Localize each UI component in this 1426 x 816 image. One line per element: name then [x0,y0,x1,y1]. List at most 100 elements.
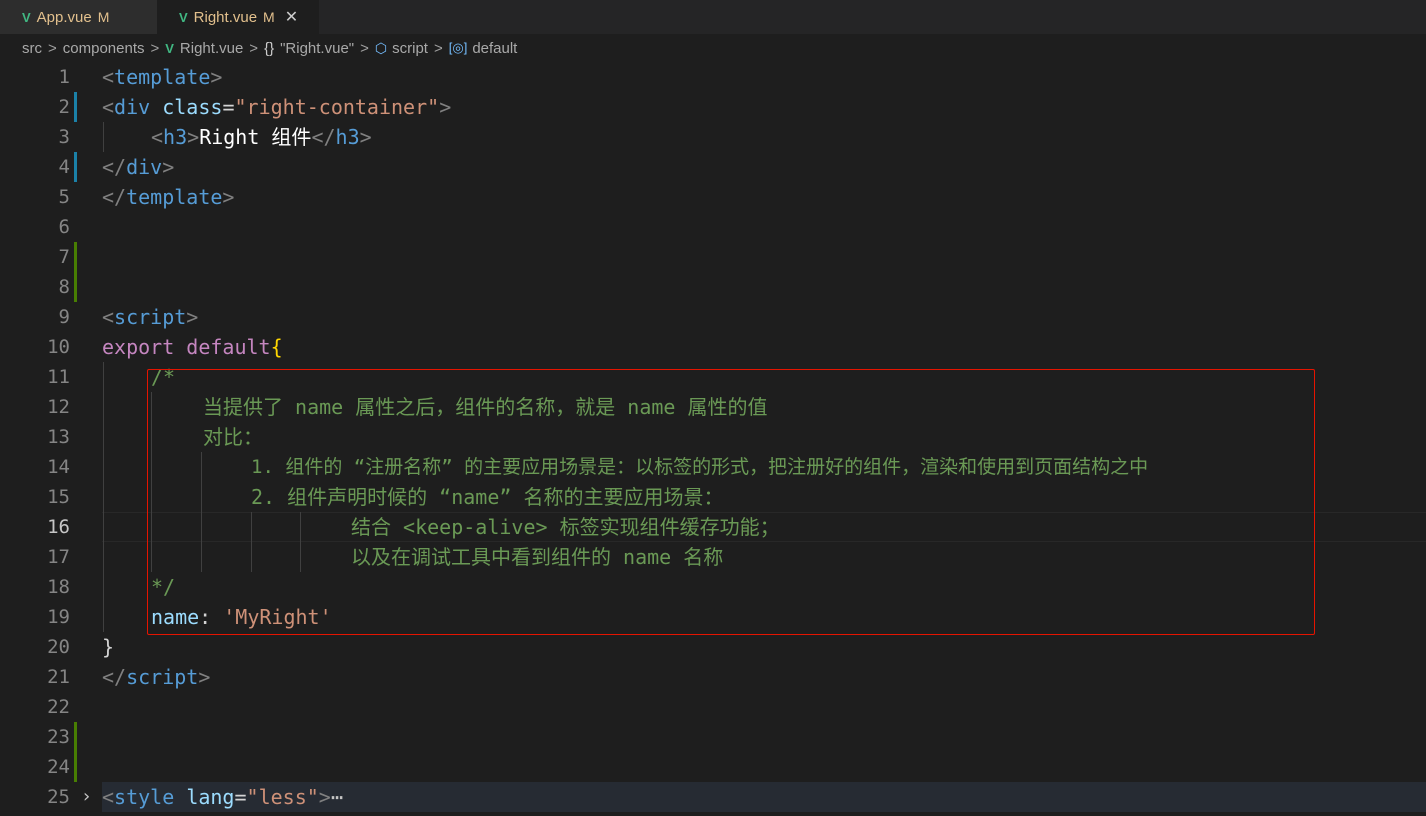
punctuation: = [222,95,235,119]
breadcrumb-module[interactable]: "Right.vue" [280,40,354,57]
breadcrumb-components[interactable]: components [63,40,145,57]
vue-icon: V [22,9,31,25]
punctuation: > [439,95,452,119]
line-number: 18 [47,576,70,598]
tag-name: div [126,155,163,179]
line-number: 13 [47,426,70,448]
tab-app-vue[interactable]: V App.vue M [0,0,157,34]
line-number: 25 [47,786,70,808]
punctuation: > [198,665,211,689]
git-modified-marker [74,92,77,122]
line-number: 23 [47,726,70,748]
punctuation: > [186,305,199,329]
punctuation: < [102,65,115,89]
tab-bar: V App.vue M V Right.vue M ✕ [0,0,1426,34]
git-modified-marker [74,152,77,182]
line-number: 3 [58,126,70,148]
code-text: <h3>Right 组件</h3> [151,122,372,152]
line-number: 9 [58,306,70,328]
chevron-right-icon: > [150,39,160,57]
braces-icon: {} [264,39,275,57]
punctuation: </ [102,665,127,689]
code-line[interactable]: 25 › <style lang="less">⋯ [0,782,1426,812]
breadcrumb-default[interactable]: default [472,40,517,57]
close-icon[interactable]: ✕ [285,7,298,27]
indent-guide [103,572,104,602]
code-text: <script> [102,302,198,332]
line-number: 24 [47,756,70,778]
punctuation: < [102,305,115,329]
git-added-marker [74,242,77,272]
breadcrumb: src > components > V Right.vue > {} "Rig… [0,34,1426,62]
code-text: export default{ [102,332,283,362]
code-line[interactable]: 5 </template> [0,182,1426,212]
chevron-right-icon: > [360,39,369,57]
code-line[interactable]: 1 <template> [0,62,1426,92]
line-number: 1 [58,66,70,88]
keyword: export [102,335,175,359]
breadcrumb-file[interactable]: Right.vue [180,40,243,57]
line-number: 7 [58,246,70,268]
code-line[interactable]: 20 } [0,632,1426,662]
code-line[interactable]: 23 [0,722,1426,752]
punctuation: > [359,125,372,149]
tag-name: style [114,785,175,809]
keyword: default [186,335,271,359]
string-value: "right-container" [234,95,440,119]
line-number: 8 [58,276,70,298]
chevron-right-icon: > [433,39,443,57]
tag-name: template [114,65,211,89]
punctuation: < [102,95,115,119]
git-added-marker [74,722,77,752]
tab-right-vue[interactable]: V Right.vue M ✕ [157,0,319,34]
code-line[interactable]: 8 [0,272,1426,302]
git-added-marker [74,272,77,302]
git-added-marker [74,752,77,782]
code-text: </script> [102,662,210,692]
code-line[interactable]: 6 [0,212,1426,242]
breadcrumb-script[interactable]: script [392,40,428,57]
punctuation: </ [102,185,127,209]
line-number: 21 [47,666,70,688]
line-number: 19 [47,606,70,628]
breadcrumb-src[interactable]: src [22,40,42,57]
line-number: 14 [47,456,70,478]
string-value: "less" [246,785,319,809]
brace: { [270,335,283,359]
code-line[interactable]: 4 </div> [0,152,1426,182]
code-line[interactable]: 9 <script> [0,302,1426,332]
fold-arrow-icon[interactable]: › [81,782,92,812]
code-line[interactable]: 21 </script> [0,662,1426,692]
folded-ellipsis[interactable]: ⋯ [331,785,343,809]
line-number: 15 [47,486,70,508]
punctuation: > [222,185,235,209]
code-line[interactable]: 24 [0,752,1426,782]
code-line[interactable]: 2 <div class="right-container"> [0,92,1426,122]
punctuation: < [151,125,164,149]
code-text: <template> [102,62,222,92]
line-number: 11 [47,366,70,388]
line-number: 16 [47,516,70,538]
vue-icon: V [179,9,188,25]
code-line[interactable]: 7 [0,242,1426,272]
modified-badge: M [97,9,110,25]
vue-icon: V [165,40,174,56]
indent-guide [103,542,104,572]
tag-name: script [126,665,199,689]
line-number: 4 [58,156,70,178]
punctuation: </ [102,155,127,179]
line-number: 20 [47,636,70,658]
tag-name: h3 [163,125,188,149]
text-content: Right 组件 [199,125,312,149]
line-number: 22 [47,696,70,718]
code-editor[interactable]: 1 <template> 2 <div class="right-contain… [0,62,1426,816]
code-line[interactable]: 22 [0,692,1426,722]
code-text: <style lang="less">⋯ [102,782,343,812]
code-line[interactable]: 3 <h3>Right 组件</h3> [0,122,1426,152]
attribute-name: lang [186,785,235,809]
indent-guide [103,362,104,392]
tag-name: script [114,305,187,329]
code-line[interactable]: 10 export default{ [0,332,1426,362]
line-number: 6 [58,216,70,238]
punctuation: > [210,65,223,89]
